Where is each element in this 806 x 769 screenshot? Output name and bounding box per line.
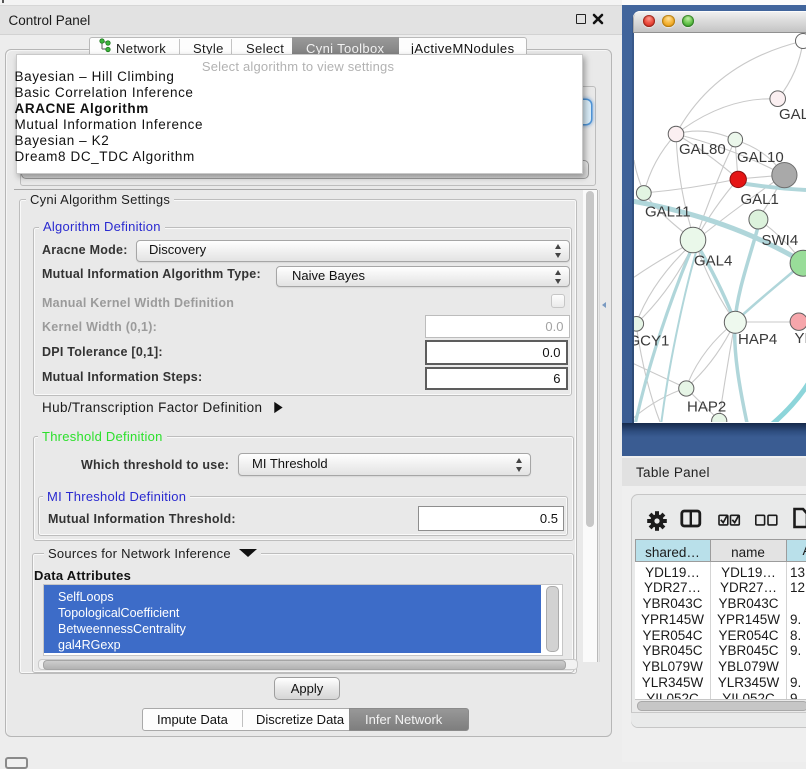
- svg-text:GAL11: GAL11: [645, 204, 691, 221]
- svg-text:GAL4: GAL4: [694, 253, 732, 270]
- svg-text:GAL10: GAL10: [737, 149, 784, 166]
- svg-text:HAP4: HAP4: [738, 331, 777, 348]
- svg-text:SWI4: SWI4: [762, 232, 799, 249]
- svg-text:GAL7: GAL7: [779, 106, 806, 123]
- svg-text:GCY1: GCY1: [634, 333, 669, 350]
- svg-text:HAP2: HAP2: [687, 399, 726, 416]
- svg-text:GAL1: GAL1: [741, 191, 779, 208]
- svg-text:GAL80: GAL80: [679, 141, 726, 158]
- svg-text:YE: YE: [795, 330, 806, 347]
